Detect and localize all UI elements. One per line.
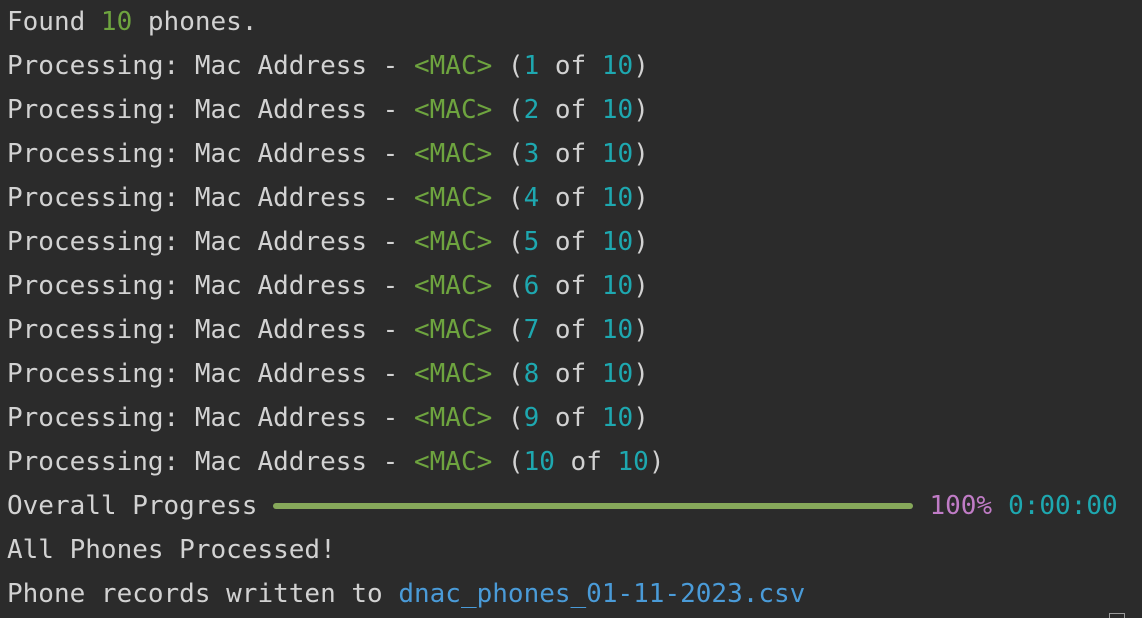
processing-total: 10 [617, 447, 649, 477]
of-text: of [539, 403, 602, 433]
of-text: of [539, 139, 602, 169]
processing-line: Processing: Mac Address - <MAC> (8 of 10… [7, 352, 1142, 396]
processing-label: Processing: Mac Address - [7, 183, 414, 213]
found-prefix: Found [7, 7, 101, 37]
processing-index: 4 [523, 183, 540, 213]
of-text: of [539, 51, 602, 81]
processing-line: Processing: Mac Address - <MAC> (3 of 10… [7, 132, 1142, 176]
mac-placeholder: <MAC> [414, 315, 493, 345]
processing-index: 2 [523, 95, 540, 125]
paren-close: ) [633, 359, 649, 389]
processing-line: Processing: Mac Address - <MAC> (5 of 10… [7, 220, 1142, 264]
mac-placeholder: <MAC> [414, 95, 493, 125]
processing-line: Processing: Mac Address - <MAC> (10 of 1… [7, 440, 1142, 484]
processing-label: Processing: Mac Address - [7, 359, 414, 389]
paren-open: ( [492, 403, 524, 433]
paren-open: ( [492, 51, 524, 81]
processing-index: 6 [523, 271, 540, 301]
progress-bar-fill [273, 503, 914, 509]
paren-close: ) [633, 403, 649, 433]
processing-label: Processing: Mac Address - [7, 227, 414, 257]
paren-open: ( [492, 95, 524, 125]
processing-total: 10 [601, 271, 634, 301]
processing-total: 10 [601, 403, 634, 433]
written-line: Phone records written to dnac_phones_01-… [7, 572, 1142, 616]
paren-open: ( [492, 315, 524, 345]
mac-placeholder: <MAC> [414, 139, 493, 169]
processing-index: 10 [523, 447, 555, 477]
mac-placeholder: <MAC> [414, 403, 493, 433]
processing-line: Processing: Mac Address - <MAC> (4 of 10… [7, 176, 1142, 220]
paren-close: ) [633, 139, 649, 169]
processing-label: Processing: Mac Address - [7, 403, 414, 433]
paren-close: ) [633, 271, 649, 301]
terminal-output: Found 10 phones. Processing: Mac Address… [7, 0, 1142, 616]
processing-total: 10 [601, 227, 634, 257]
paren-open: ( [492, 359, 524, 389]
progress-percent: 100% [929, 491, 993, 521]
mac-placeholder: <MAC> [414, 359, 493, 389]
processing-line: Processing: Mac Address - <MAC> (6 of 10… [7, 264, 1142, 308]
processing-index: 7 [523, 315, 540, 345]
processing-index: 1 [523, 51, 540, 81]
paren-close: ) [633, 315, 649, 345]
of-text: of [539, 95, 602, 125]
found-line: Found 10 phones. [7, 0, 1142, 44]
mac-placeholder: <MAC> [414, 51, 493, 81]
progress-elapsed: 0:00:00 [1008, 491, 1118, 521]
output-filename: dnac_phones_01-11-2023.csv [398, 579, 806, 609]
processing-line: Processing: Mac Address - <MAC> (2 of 10… [7, 88, 1142, 132]
paren-open: ( [492, 447, 524, 477]
processing-total: 10 [601, 315, 634, 345]
found-suffix: phones. [132, 7, 258, 37]
overall-progress-line: Overall Progress 100% 0:00:00 [7, 484, 1142, 528]
paren-open: ( [492, 183, 524, 213]
processing-label: Processing: Mac Address - [7, 51, 414, 81]
paren-close: ) [633, 227, 649, 257]
processing-total: 10 [601, 51, 634, 81]
processing-index: 8 [523, 359, 540, 389]
paren-close: ) [633, 183, 649, 213]
mac-placeholder: <MAC> [414, 183, 493, 213]
of-text: of [539, 359, 602, 389]
processing-label: Processing: Mac Address - [7, 271, 414, 301]
paren-close: ) [648, 447, 665, 477]
processing-label: Processing: Mac Address - [7, 315, 414, 345]
of-text: of [539, 315, 602, 345]
found-count: 10 [100, 7, 133, 37]
paren-open: ( [492, 271, 524, 301]
paren-open: ( [492, 227, 524, 257]
processing-label: Processing: Mac Address - [7, 139, 414, 169]
processing-label: Processing: Mac Address - [7, 95, 414, 125]
processing-label: Processing: Mac Address - [7, 447, 414, 477]
mac-placeholder: <MAC> [414, 447, 493, 477]
paren-open: ( [492, 139, 524, 169]
processing-total: 10 [601, 359, 634, 389]
processing-line: Processing: Mac Address - <MAC> (1 of 10… [7, 44, 1142, 88]
paren-close: ) [633, 95, 649, 125]
processing-index: 5 [523, 227, 540, 257]
written-prefix: Phone records written to [7, 579, 399, 609]
of-text: of [554, 447, 618, 477]
processing-line: Processing: Mac Address - <MAC> (9 of 10… [7, 396, 1142, 440]
progress-label: Overall Progress [7, 491, 258, 521]
processing-list: Processing: Mac Address - <MAC> (1 of 10… [7, 44, 1142, 484]
of-text: of [539, 183, 602, 213]
processing-index: 3 [523, 139, 540, 169]
window-corner-icon [1109, 613, 1125, 618]
progress-bar [273, 484, 914, 528]
paren-close: ) [633, 51, 649, 81]
of-text: of [539, 227, 602, 257]
of-text: of [539, 271, 602, 301]
done-line: All Phones Processed! [7, 535, 336, 565]
processing-total: 10 [601, 183, 634, 213]
processing-total: 10 [601, 95, 634, 125]
processing-index: 9 [523, 403, 540, 433]
mac-placeholder: <MAC> [414, 271, 493, 301]
processing-line: Processing: Mac Address - <MAC> (7 of 10… [7, 308, 1142, 352]
mac-placeholder: <MAC> [414, 227, 493, 257]
processing-total: 10 [601, 139, 634, 169]
